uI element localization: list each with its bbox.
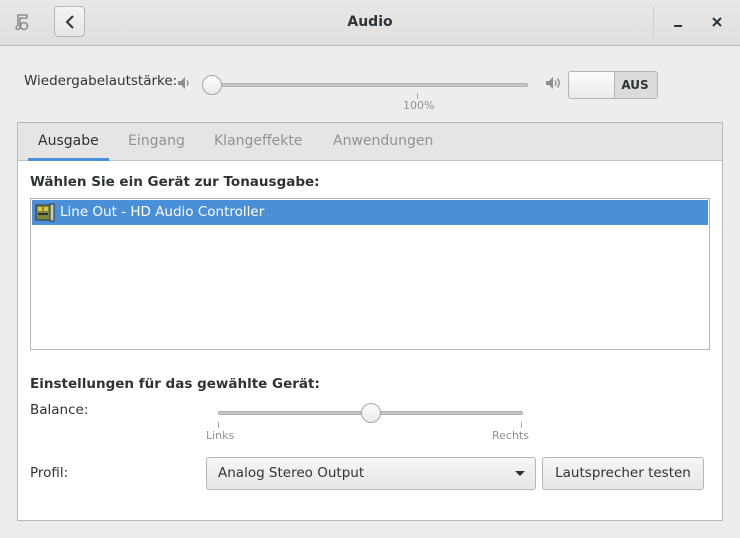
balance-left-label: Links <box>206 429 235 442</box>
tab-anwendungen[interactable]: Anwendungen <box>323 123 443 160</box>
profile-dropdown[interactable]: Analog Stereo Output <box>206 457 536 490</box>
header-bar: Audio <box>0 0 740 46</box>
close-button[interactable] <box>703 8 731 36</box>
minimize-icon <box>674 25 682 27</box>
device-list: Line Out - HD Audio Controller <box>30 198 710 350</box>
volume-slider[interactable] <box>205 83 528 87</box>
header-separator <box>653 6 654 39</box>
audio-card-icon <box>35 203 55 231</box>
balance-slider-handle[interactable] <box>361 403 381 423</box>
minimize-button[interactable] <box>664 8 692 36</box>
switch-handle <box>569 72 615 98</box>
tab-bar: Ausgabe Eingang Klangeffekte Anwendungen <box>18 123 722 161</box>
go-back-icon <box>65 14 74 29</box>
volume-slider-handle[interactable] <box>202 75 222 95</box>
device-name: Line Out - HD Audio Controller <box>60 204 265 220</box>
tab-ausgabe[interactable]: Ausgabe <box>28 123 109 161</box>
switch-state-label: AUS <box>621 78 649 92</box>
balance-right-label: Rechts <box>492 429 529 442</box>
balance-right-mark <box>521 422 522 428</box>
volume-100-label: 100% <box>403 99 435 112</box>
test-speakers-button[interactable]: Lautsprecher testen <box>542 457 704 490</box>
speaker-low-icon <box>177 76 193 94</box>
mute-switch[interactable]: AUS <box>568 71 658 99</box>
settings-heading: Einstellungen für das gewählte Gerät: <box>30 376 320 392</box>
back-button[interactable] <box>54 6 85 37</box>
tab-notebook: Ausgabe Eingang Klangeffekte Anwendungen… <box>17 122 723 521</box>
profile-selected: Analog Stereo Output <box>218 465 365 481</box>
close-icon <box>712 17 722 27</box>
tab-eingang[interactable]: Eingang <box>118 123 195 160</box>
chevron-down-icon <box>515 471 525 476</box>
device-row[interactable]: Line Out - HD Audio Controller <box>32 200 708 225</box>
window-title: Audio <box>347 14 393 30</box>
device-heading: Wählen Sie ein Gerät zur Tonausgabe: <box>30 174 320 190</box>
volume-label: Wiedergabelautstärke: <box>24 73 178 89</box>
app-icon <box>14 12 32 32</box>
profile-label: Profil: <box>30 465 69 481</box>
tab-klangeffekte[interactable]: Klangeffekte <box>204 123 313 160</box>
speaker-high-icon <box>545 76 563 94</box>
balance-left-mark <box>218 422 219 428</box>
balance-label: Balance: <box>30 402 89 418</box>
